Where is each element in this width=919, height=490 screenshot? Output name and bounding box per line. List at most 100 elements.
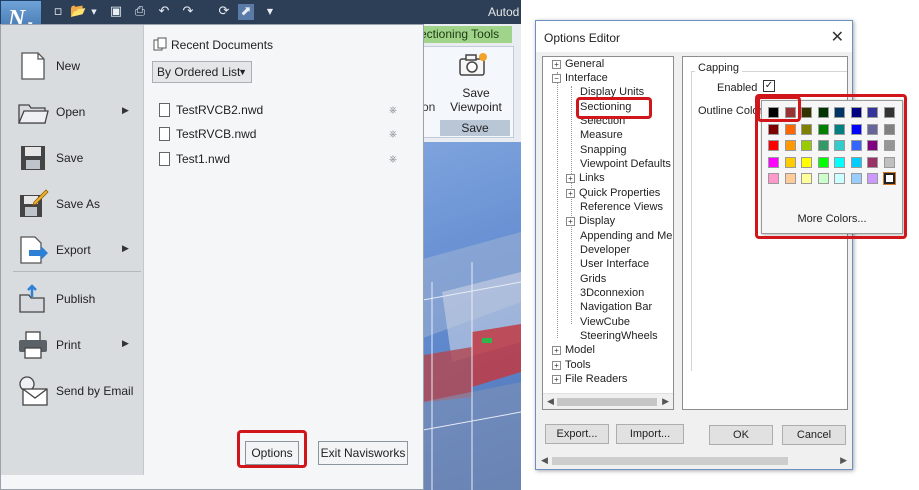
scroll-thumb[interactable]	[552, 457, 788, 465]
menu-publish[interactable]: Publish	[1, 278, 144, 320]
tree-node-snapping[interactable]: Snapping	[580, 144, 627, 156]
exit-navisworks-button[interactable]: Exit Navisworks	[318, 441, 408, 465]
save-viewpoint-button[interactable]: Save Viewpoint	[446, 86, 506, 114]
select-cursor-icon[interactable]: ⬈	[238, 4, 254, 20]
export-button[interactable]: Export...	[545, 424, 609, 444]
customize-dropdown-icon[interactable]: ▼	[262, 4, 278, 20]
camera-icon[interactable]	[458, 52, 488, 78]
scroll-left-icon[interactable]: ◀	[541, 455, 548, 466]
application-menu-commands: New Open ▶ Save Save As Export ▶ Publish…	[1, 25, 144, 475]
ok-button[interactable]: OK	[709, 425, 773, 445]
dialog-horizontal-scrollbar[interactable]: ◀ ▶	[538, 453, 850, 469]
tree-node-reference-views[interactable]: Reference Views	[580, 201, 663, 213]
options-tree: + General − Interface Display Units Sectio…	[542, 56, 674, 410]
enabled-checkbox[interactable]: ✓	[763, 80, 775, 92]
pin-icon[interactable]: ⎈	[389, 154, 397, 165]
chevron-down-icon: ▼	[238, 67, 247, 77]
expand-icon[interactable]: +	[566, 189, 575, 198]
close-icon[interactable]: ✕	[831, 27, 844, 46]
tree-node-file-readers[interactable]: + File Readers	[552, 373, 627, 385]
scroll-right-icon[interactable]: ▶	[840, 455, 847, 466]
recent-documents-icon	[153, 37, 167, 51]
options-editor-dialog: Options Editor ✕ + General − Interface Dis…	[535, 20, 853, 470]
expand-icon[interactable]: +	[552, 375, 561, 384]
submenu-arrow-icon: ▶	[122, 243, 129, 253]
cancel-button[interactable]: Cancel	[782, 425, 846, 445]
scroll-left-icon[interactable]: ◀	[547, 396, 554, 407]
open-folder-icon	[18, 104, 49, 124]
tree-guide-line	[571, 86, 572, 324]
undo-icon[interactable]: ↶	[156, 4, 172, 20]
collapse-icon[interactable]: −	[552, 74, 561, 83]
open-dropdown-icon[interactable]: ▼	[86, 4, 102, 20]
menu-save-as[interactable]: Save As	[1, 183, 144, 225]
tree-node-appending-and-merging[interactable]: Appending and Mergir	[580, 230, 673, 242]
tree-node-viewpoint-defaults[interactable]: Viewpoint Defaults	[580, 158, 671, 170]
tree-node-3dconnexion[interactable]: 3Dconnexion	[580, 287, 644, 299]
recent-documents-heading: Recent Documents	[153, 37, 273, 52]
scroll-right-icon[interactable]: ▶	[662, 396, 669, 407]
menu-open[interactable]: Open ▶	[1, 91, 144, 133]
model-geometry	[412, 232, 521, 490]
tree-node-quick-properties[interactable]: + Quick Properties	[566, 187, 660, 199]
redo-icon[interactable]: ↷	[180, 4, 196, 20]
outline-color-highlight	[757, 96, 801, 122]
refresh-icon[interactable]: ⟳	[216, 4, 232, 20]
document-icon	[159, 152, 170, 166]
tree-node-model[interactable]: + Model	[552, 344, 595, 356]
tree-node-navigation-bar[interactable]: Navigation Bar	[580, 301, 652, 313]
menu-export[interactable]: Export ▶	[1, 229, 144, 271]
tree-node-steeringwheels[interactable]: SteeringWheels	[580, 330, 658, 342]
menu-new[interactable]: New	[1, 45, 144, 87]
recent-file-item[interactable]: Test1.nwd ⎈	[159, 152, 399, 170]
tree-node-user-interface[interactable]: User Interface	[580, 258, 649, 270]
tree-guide-line	[557, 72, 558, 338]
navisworks-window: ▫ 📂 ▼ ▣ ⎙ ↶ ↷ ⟳ ⬈ ▼ N▼ Autod ectioning T…	[0, 0, 521, 490]
outline-color-label: Outline Color	[698, 105, 763, 117]
import-button[interactable]: Import...	[616, 424, 684, 444]
print-icon[interactable]: ⎙	[132, 4, 148, 20]
submenu-arrow-icon: ▶	[122, 105, 129, 115]
save-as-icon	[20, 189, 49, 217]
menu-send-by-email[interactable]: Send by Email	[1, 370, 144, 412]
expand-icon[interactable]: +	[566, 174, 575, 183]
options-highlight	[237, 430, 307, 468]
tree-node-display[interactable]: + Display	[566, 215, 615, 227]
save-viewpoint-line1: Save	[462, 86, 490, 100]
save-icon[interactable]: ▣	[108, 4, 124, 20]
enabled-label: Enabled	[717, 82, 758, 94]
tree-node-links[interactable]: + Links	[566, 172, 605, 184]
menu-print[interactable]: Print ▶	[1, 324, 144, 366]
tree-horizontal-scrollbar[interactable]: ◀ ▶	[543, 393, 673, 409]
tab-sectioning-tools[interactable]: ectioning Tools	[412, 26, 512, 43]
submenu-arrow-icon: ▶	[122, 338, 129, 348]
recent-file-item[interactable]: TestRVCB2.nwd ⎈	[159, 103, 399, 121]
pin-icon[interactable]: ⎈	[389, 129, 397, 140]
menu-divider	[13, 271, 141, 272]
scroll-thumb[interactable]	[557, 398, 657, 406]
3d-viewport[interactable]	[412, 142, 521, 490]
open-icon[interactable]: 📂	[70, 4, 86, 20]
tree-node-measure[interactable]: Measure	[580, 129, 623, 141]
recent-sort-select[interactable]: By Ordered List ▼	[152, 61, 252, 83]
tree-node-general[interactable]: + General	[552, 58, 604, 70]
ribbon-partial-label: on	[422, 100, 436, 114]
expand-icon[interactable]: +	[552, 346, 561, 355]
menu-save[interactable]: Save	[1, 137, 144, 179]
tree-node-grids[interactable]: Grids	[580, 273, 606, 285]
tree-node-tools[interactable]: + Tools	[552, 359, 591, 371]
pin-icon[interactable]: ⎈	[389, 105, 397, 116]
document-icon	[159, 127, 170, 141]
expand-icon[interactable]: +	[566, 217, 575, 226]
tree-node-viewcube[interactable]: ViewCube	[580, 316, 630, 328]
new-icon[interactable]: ▫	[50, 4, 66, 20]
tree-node-developer[interactable]: Developer	[580, 244, 630, 256]
tree-node-interface[interactable]: − Interface	[552, 72, 608, 84]
save-viewpoint-line2: Viewpoint	[450, 100, 502, 114]
expand-icon[interactable]: +	[552, 361, 561, 370]
ribbon-panel-title: Save	[440, 120, 510, 136]
recent-file-item[interactable]: TestRVCB.nwd ⎈	[159, 127, 399, 145]
printer-icon	[19, 331, 47, 359]
dialog-title-bar: Options Editor ✕	[536, 21, 852, 52]
expand-icon[interactable]: +	[552, 60, 561, 69]
